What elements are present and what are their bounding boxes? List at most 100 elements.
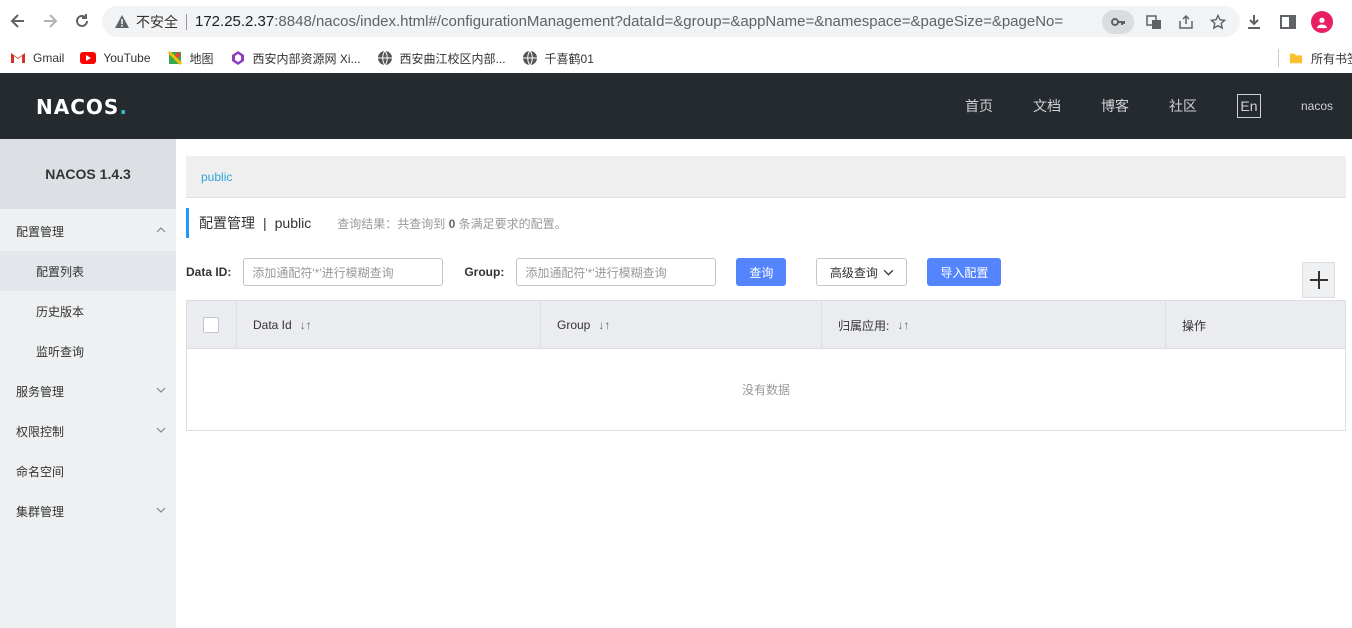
browser-toolbar: 不安全 172.25.2.37:8848/nacos/index.html#/c… [0, 0, 1352, 43]
key-icon [1111, 17, 1125, 26]
sidebar-item-access-control[interactable]: 权限控制 [0, 411, 176, 451]
query-result: 查询结果：共查询到 0 条满足要求的配置。 [337, 215, 566, 232]
insecure-label[interactable]: 不安全 [136, 12, 178, 32]
add-config-button[interactable] [1302, 262, 1335, 298]
page-namespace: public [274, 215, 312, 231]
column-header-data-id[interactable]: Data Id ↓↑ [237, 301, 541, 349]
downloads-button[interactable] [1240, 8, 1268, 36]
browser-actions [1240, 8, 1352, 36]
advanced-query-label: 高级查询 [829, 265, 878, 280]
globe-icon [522, 50, 538, 66]
chevron-up-icon [156, 227, 166, 233]
reload-button[interactable] [68, 7, 96, 35]
advanced-query-button[interactable]: 高级查询 [816, 258, 908, 286]
nav-blog[interactable]: 博客 [1101, 96, 1129, 116]
bookmarks-bar: Gmail YouTube 地图 西安内部资源网 Xi... 西安曲江校区内部.… [0, 43, 1352, 73]
data-id-input[interactable]: 添加通配符'*'进行模糊查询 [243, 258, 444, 286]
column-header-group[interactable]: Group ↓↑ [541, 301, 822, 349]
address-divider [186, 13, 187, 30]
sidebar-item-label: 权限控制 [16, 424, 65, 439]
sidebar-item-service-management[interactable]: 服务管理 [0, 371, 176, 411]
arrow-left-icon [10, 14, 24, 28]
password-key-button[interactable] [1102, 9, 1134, 34]
bookmark-label: Gmail [33, 51, 65, 65]
bookmark-maps[interactable]: 地图 [167, 50, 214, 67]
share-icon [1179, 14, 1193, 29]
sidebar-item-namespace[interactable]: 命名空间 [0, 451, 176, 491]
logo-dot: . [119, 95, 128, 119]
data-id-label: Data ID: [186, 265, 232, 279]
url-text[interactable]: 172.25.2.37:8848/nacos/index.html#/confi… [195, 13, 1095, 30]
youtube-icon [80, 50, 97, 66]
forward-button[interactable] [36, 7, 64, 35]
sidebar-item-cluster-management[interactable]: 集群管理 [0, 491, 176, 531]
import-config-button[interactable]: 导入配置 [927, 258, 1002, 286]
sidebar-item-config-management[interactable]: 配置管理 [0, 211, 176, 251]
column-label: Data Id [253, 318, 292, 332]
sidebar-item-config-list[interactable]: 配置列表 [0, 251, 176, 291]
translate-button[interactable] [1142, 10, 1166, 34]
side-panel-button[interactable] [1274, 8, 1302, 36]
all-bookmarks[interactable]: 所有书签 [1278, 43, 1352, 73]
bookmark-xian-resources[interactable]: 西安内部资源网 Xi... [230, 50, 361, 67]
nav-home[interactable]: 首页 [965, 96, 993, 116]
search-row: Data ID: 添加通配符'*'进行模糊查询 Group: 添加通配符'*'进… [186, 258, 1002, 286]
warning-icon [115, 14, 129, 28]
sidebar-item-label: 命名空间 [16, 464, 65, 479]
sidebar-item-history[interactable]: 历史版本 [0, 291, 176, 331]
all-bookmarks-label: 所有书签 [1311, 51, 1352, 66]
group-input[interactable]: 添加通配符'*'进行模糊查询 [516, 258, 717, 286]
avatar [1311, 11, 1333, 33]
bookmark-qujiang-campus[interactable]: 西安曲江校区内部... [377, 50, 506, 67]
nav-community[interactable]: 社区 [1169, 96, 1197, 116]
bookmark-qianxihe[interactable]: 千喜鹤01 [522, 50, 594, 67]
page-header: 配置管理 | public 查询结果：共查询到 0 条满足要求的配置。 [186, 208, 567, 238]
sidebar-item-listener-query[interactable]: 监听查询 [0, 331, 176, 371]
column-header-app[interactable]: 归属应用: ↓↑ [822, 301, 1166, 349]
select-all-checkbox[interactable] [203, 317, 219, 333]
sidebar-item-label: 配置列表 [36, 264, 85, 279]
user-name[interactable]: nacos [1301, 99, 1333, 113]
profile-button[interactable] [1308, 8, 1336, 36]
bookmark-label: 地图 [189, 51, 214, 66]
nacos-logo[interactable]: NACOS. [36, 95, 128, 119]
chevron-down-icon [156, 387, 166, 393]
namespace-link-public[interactable]: public [201, 170, 232, 184]
plus-icon [1309, 271, 1328, 289]
back-button[interactable] [4, 7, 32, 35]
sidebar-item-label: 监听查询 [36, 344, 85, 359]
namespace-bar: public [186, 156, 1346, 198]
chevron-down-icon [156, 427, 166, 433]
language-toggle[interactable]: En [1236, 94, 1261, 118]
side-panel-icon [1280, 15, 1296, 29]
reload-icon [76, 14, 88, 27]
address-bar[interactable]: 不安全 172.25.2.37:8848/nacos/index.html#/c… [102, 6, 1240, 37]
address-bar-actions [1102, 6, 1230, 37]
star-icon [1210, 13, 1226, 29]
page-title: 配置管理 [199, 215, 255, 231]
translate-icon [1146, 14, 1161, 29]
bookmark-label: 西安内部资源网 Xi... [252, 51, 361, 66]
column-label: Group [557, 318, 591, 332]
person-icon [1316, 17, 1328, 29]
bookmark-youtube[interactable]: YouTube [80, 50, 151, 66]
column-label: 归属应用: [838, 318, 890, 333]
group-label: Group: [464, 265, 505, 279]
sort-icon[interactable]: ↓↑ [897, 318, 909, 332]
url-host: 172.25.2.37 [195, 13, 275, 30]
bookmark-star-button[interactable] [1206, 10, 1230, 34]
browser-menu-button[interactable] [1342, 8, 1352, 36]
sort-icon[interactable]: ↓↑ [598, 318, 610, 332]
page-title-separator: | [263, 215, 267, 231]
query-button[interactable]: 查询 [736, 258, 787, 286]
sidebar-title: NACOS 1.4.3 [0, 139, 176, 209]
sidebar: NACOS 1.4.3 配置管理 配置列表 历史版本 监听查询 服务管理 权限控… [0, 139, 176, 628]
nav-docs[interactable]: 文档 [1033, 96, 1061, 116]
more-vertical-icon [1347, 13, 1352, 31]
bookmark-gmail[interactable]: Gmail [10, 50, 64, 66]
share-button[interactable] [1174, 10, 1198, 34]
sidebar-item-label: 集群管理 [16, 504, 65, 519]
bookmarks-divider [1278, 49, 1279, 67]
sort-icon[interactable]: ↓↑ [300, 318, 312, 332]
logo-text: NACOS [36, 95, 120, 119]
